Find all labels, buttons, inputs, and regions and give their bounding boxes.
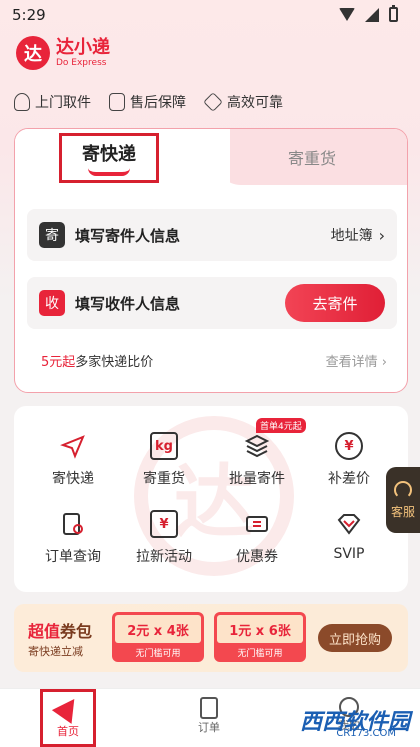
paper-plane-icon: [51, 692, 85, 724]
promo-tag: 首单4元起: [256, 418, 306, 433]
customer-service-button[interactable]: 客服: [386, 467, 420, 533]
site-watermark: 西西软件园 CR173.COM: [300, 700, 410, 740]
receiver-title: 填写收件人信息: [75, 294, 181, 313]
view-detail-label: 查看详情: [325, 355, 378, 370]
sender-title: 填写寄件人信息: [75, 226, 181, 245]
brand-logo: 达 达小递 Do Express: [16, 36, 110, 70]
ticket-icon: [243, 510, 271, 538]
brand-name-en: Do Express: [56, 57, 107, 68]
service-label: 寄快递: [52, 471, 94, 487]
smile-underline-icon: [88, 168, 130, 176]
service-label: 批量寄件: [229, 471, 285, 487]
service-batch[interactable]: 批量寄件: [210, 432, 304, 488]
brand-name-cn: 达小递: [56, 36, 110, 58]
service-label: SVIP: [333, 546, 365, 562]
service-label: 补差价: [328, 471, 370, 487]
address-book-link[interactable]: 地址簿: [331, 225, 373, 245]
shield-icon: [109, 93, 125, 111]
ticket-foot: 无门槛可用: [135, 649, 181, 659]
coupon-banner[interactable]: 超值券包 寄快递立减 2元 x 4张 无门槛可用 1元 x 6张 无门槛可用 立…: [14, 604, 408, 672]
customer-service-label: 客服: [390, 504, 415, 519]
price-compare-row[interactable]: 5元起多家快递比价 查看详情 ›: [41, 351, 387, 370]
sender-badge: 寄: [39, 222, 65, 248]
feature-label: 高效可靠: [227, 95, 283, 111]
order-search-icon: [59, 510, 87, 538]
sender-info-row[interactable]: 寄 填写寄件人信息 地址簿 ›: [27, 209, 397, 261]
stack-icon: [243, 432, 271, 460]
wifi-icon: [339, 8, 355, 21]
feature-label: 售后保障: [130, 95, 186, 111]
price-compare-price: 5元起: [41, 355, 76, 370]
hexagon-icon: [203, 92, 223, 112]
kg-weight-icon: kg: [150, 432, 178, 460]
headset-icon: [394, 480, 412, 499]
receiver-info-row[interactable]: 收 填写收件人信息 去寄件: [27, 277, 397, 329]
logo-icon: 达: [16, 36, 50, 70]
service-express[interactable]: 寄快递: [26, 432, 120, 488]
go-ship-button[interactable]: 去寄件: [285, 284, 385, 322]
tab-heavy-cargo[interactable]: 寄重货: [215, 129, 407, 185]
nav-orders[interactable]: 订单: [198, 697, 220, 735]
tab-express-label: 寄快递: [82, 144, 136, 165]
ticket-value: 1元 x 6张: [217, 615, 303, 643]
service-order-query[interactable]: 订单查询: [26, 510, 120, 566]
nav-home[interactable]: 首页: [40, 689, 96, 747]
nav-orders-label: 订单: [198, 721, 220, 734]
service-svip[interactable]: SVIP: [302, 510, 396, 562]
receiver-badge: 收: [39, 290, 65, 316]
status-bar: 5:29: [0, 0, 420, 30]
coupon-subtitle: 寄快递立减: [28, 645, 83, 658]
service-label: 拉新活动: [136, 549, 192, 565]
yen-circle-icon: ¥: [335, 432, 363, 460]
feature-after-sales: 售后保障: [109, 92, 186, 112]
chevron-right-icon: ›: [381, 355, 387, 370]
service-label: 订单查询: [45, 549, 101, 565]
document-icon: [200, 697, 218, 719]
chevron-right-icon: ›: [378, 225, 385, 245]
feature-list: 上门取件 售后保障 高效可靠: [14, 92, 414, 112]
paper-plane-icon: [59, 432, 87, 460]
coupon-title-dark: 券包: [60, 622, 93, 641]
ship-card: 寄重货 寄快递 寄 填写寄件人信息 地址簿 › 收 填写收件人信息 去寄件 5元…: [14, 128, 408, 393]
status-time: 5:29: [12, 6, 46, 24]
brand-name: 达小递 Do Express: [56, 36, 110, 69]
service-label: 寄重货: [143, 471, 185, 487]
ticket-foot: 无门槛可用: [237, 649, 283, 659]
coupon-title-red: 超值: [28, 622, 61, 641]
coupon-ticket: 2元 x 4张 无门槛可用: [112, 612, 204, 662]
service-price-diff[interactable]: ¥ 补差价: [302, 432, 396, 488]
diamond-icon: [335, 510, 363, 538]
price-compare-text: 5元起多家快递比价: [41, 351, 153, 370]
service-referral[interactable]: ¥ 拉新活动: [117, 510, 211, 566]
service-heavy-cargo[interactable]: kg 寄重货: [117, 432, 211, 488]
feature-pickup: 上门取件: [14, 92, 91, 112]
ticket-value: 2元 x 4张: [115, 615, 201, 643]
status-icons: [339, 5, 398, 22]
coupon-ticket: 1元 x 6张 无门槛可用: [214, 612, 306, 662]
battery-icon: [389, 5, 398, 22]
price-compare-label: 多家快递比价: [75, 355, 154, 370]
service-coupons[interactable]: 优惠券: [210, 510, 304, 566]
signal-icon: [365, 7, 379, 22]
view-detail-link[interactable]: 查看详情 ›: [326, 351, 387, 370]
tab-express[interactable]: 寄快递: [59, 133, 159, 183]
coupon-title: 超值券包: [28, 618, 92, 642]
red-envelope-icon: ¥: [150, 510, 178, 538]
feature-label: 上门取件: [35, 95, 91, 111]
site-watermark-url: CR173.COM: [336, 728, 396, 739]
services-panel: 达 首单4元起 寄快递 kg 寄重货 批量寄件 ¥ 补差价 订单查询 ¥ 拉新活…: [14, 406, 408, 592]
service-label: 优惠券: [236, 549, 278, 565]
person-icon: [14, 93, 30, 111]
nav-home-label: 首页: [57, 725, 79, 738]
buy-now-button[interactable]: 立即抢购: [318, 624, 392, 652]
feature-reliable: 高效可靠: [203, 92, 283, 112]
